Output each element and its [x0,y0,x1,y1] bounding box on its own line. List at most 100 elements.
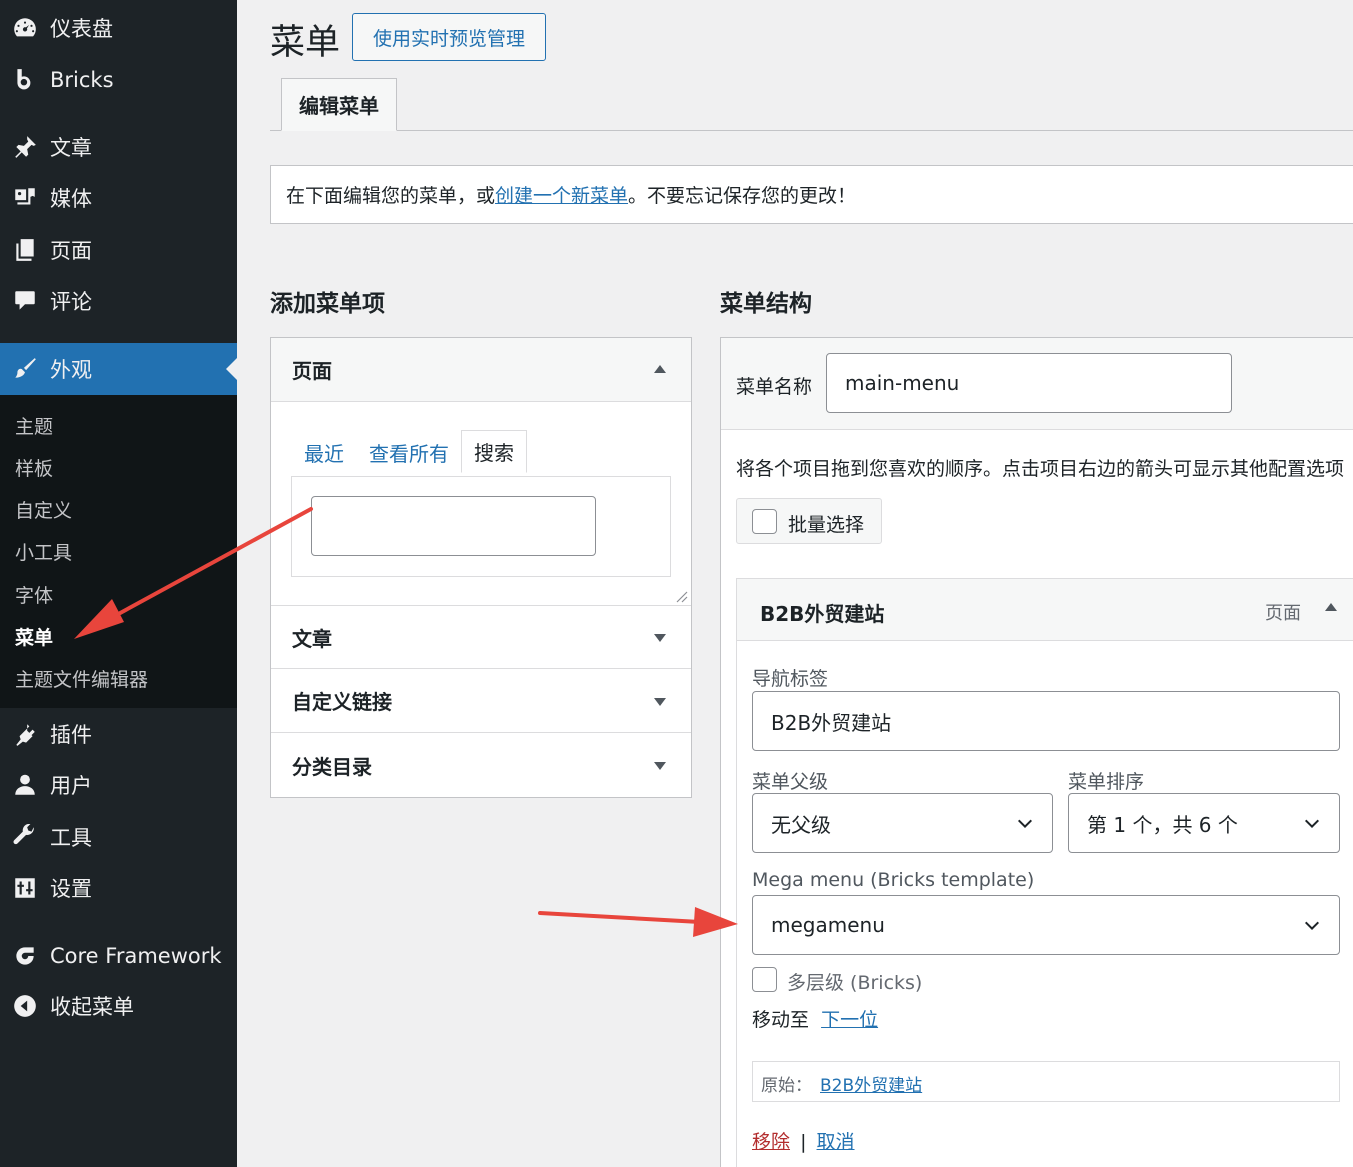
accordion-custom-links[interactable]: 自定义链接 [271,669,691,733]
remove-link[interactable]: 移除 [752,1131,790,1153]
menu-parent-label: 菜单父级 [752,771,829,793]
page-search-input[interactable] [311,496,596,556]
nav-label-input[interactable]: B2B外贸建站 [752,691,1340,751]
bulk-select-button[interactable]: 批量选择 [736,498,882,544]
sidebar-item-plugins[interactable]: 插件 [0,710,237,758]
move-to-label: 移动至 [752,1009,810,1031]
menu-structure-panel: 菜单名称 main-menu 将各个项目拖到您喜欢的顺序。点击项目右边的箭头可显… [720,337,1353,1167]
original-page-link[interactable]: B2B外贸建站 [820,1071,922,1096]
sidebar-item-label: 仪表盘 [50,17,113,41]
sidebar-collapse-menu[interactable]: 收起菜单 [0,982,237,1030]
accordion-pages[interactable]: 页面 [271,338,691,402]
appearance-submenu: 主题 样板 自定义 小工具 字体 菜单 主题文件编辑器 [0,395,237,708]
settings-icon [0,875,50,901]
tab-edit-menus[interactable]: 编辑菜单 [281,78,397,131]
mega-menu-label: Mega menu (Bricks template) [752,869,1035,891]
mega-menu-select[interactable]: megamenu [752,895,1340,955]
sidebar-item-pages[interactable]: 页面 [0,226,237,274]
move-to-row: 移动至 下一位 [752,1005,878,1032]
drag-instructions: 将各个项目拖到您喜欢的顺序。点击项目右边的箭头可显示其他配置选项 [736,458,1345,480]
submenu-item-widgets[interactable]: 小工具 [15,538,72,565]
sidebar-item-label: Core Framework [50,944,222,968]
accordion-posts[interactable]: 文章 [271,605,691,669]
submenu-item-patterns[interactable]: 样板 [15,454,53,481]
tab-search[interactable]: 搜索 [461,430,527,473]
live-preview-button[interactable]: 使用实时预览管理 [352,13,546,61]
multilevel-label: 多层级 (Bricks) [787,972,923,994]
sidebar-item-dashboard[interactable]: 仪表盘 [0,4,237,52]
chevron-down-icon [1304,819,1320,829]
user-icon [0,772,50,798]
tab-recent[interactable]: 最近 [304,438,344,467]
chevron-down-icon [1304,921,1320,931]
original-link-box: 原始： B2B外贸建站 [752,1061,1340,1102]
accordion-title: 自定义链接 [292,690,392,714]
page-title: 菜单 [270,23,341,63]
brush-icon [0,356,50,382]
bulk-select-label: 批量选择 [788,514,865,536]
tab-view-all[interactable]: 查看所有 [369,438,449,467]
mega-menu-value: megamenu [771,913,885,937]
menu-parent-value: 无父级 [771,812,831,837]
cancel-link[interactable]: 取消 [817,1131,855,1153]
dashboard-icon [0,15,50,41]
submenu-item-fonts[interactable]: 字体 [15,581,53,608]
sidebar-item-media[interactable]: 媒体 [0,174,237,222]
menu-order-value: 第 1 个，共 6 个 [1087,812,1238,837]
sidebar-item-posts[interactable]: 文章 [0,123,237,171]
menu-parent-select[interactable]: 无父级 [752,793,1053,853]
create-new-menu-link[interactable]: 创建一个新菜单 [495,181,628,208]
chevron-down-icon [1017,819,1033,829]
add-items-panel: 页面 最近 查看所有 搜索 文章 自定义链接 分类目录 [270,337,692,798]
menu-order-label: 菜单排序 [1068,771,1145,793]
collapse-arrow-icon[interactable] [1325,603,1337,611]
bricks-icon [0,67,50,93]
sidebar-item-label: 评论 [50,290,92,314]
move-down-link[interactable]: 下一位 [821,1009,878,1031]
sidebar-item-label: 工具 [50,826,92,850]
sidebar-item-core-framework[interactable]: Core Framework [0,932,237,980]
tab-divider [270,130,1353,131]
notice-suffix: 。不要忘记保存您的更改！ [628,185,857,207]
sidebar-item-appearance[interactable]: 外观 [0,343,237,395]
sidebar-item-label: 收起菜单 [50,995,134,1019]
item-actions: 移除 | 取消 [752,1127,855,1154]
sidebar-item-label: 插件 [50,723,92,747]
comment-icon [0,288,50,314]
resize-handle-icon[interactable] [676,591,688,603]
expand-arrow-icon [654,634,666,642]
notice-prefix: 在下面编辑您的菜单，或 [286,185,496,207]
collapse-arrow-icon [654,364,666,373]
menu-item-handle[interactable]: B2B外贸建站 页面 [737,579,1353,641]
expand-arrow-icon [654,697,666,706]
core-framework-icon [0,943,50,969]
action-separator: | [800,1131,807,1153]
multilevel-checkbox[interactable] [752,967,777,992]
menu-structure-title: 菜单结构 [720,291,812,317]
accordion-title: 分类目录 [292,754,372,779]
sidebar-item-users[interactable]: 用户 [0,761,237,809]
nav-label-label: 导航标签 [752,668,829,690]
menu-name-input[interactable]: main-menu [826,353,1232,413]
sidebar-item-label: 设置 [50,877,92,901]
sidebar-item-comments[interactable]: 评论 [0,277,237,325]
plugin-icon [0,721,50,747]
bulk-select-checkbox[interactable] [752,509,777,534]
submenu-item-customize[interactable]: 自定义 [15,496,72,523]
sidebar-item-label: 外观 [50,358,92,382]
sidebar-item-bricks[interactable]: Bricks [0,56,237,104]
menu-item-type: 页面 [1265,603,1301,624]
submenu-item-themes[interactable]: 主题 [15,412,53,439]
pin-icon [0,134,50,160]
accordion-title: 文章 [292,626,332,651]
accordion-categories[interactable]: 分类目录 [271,733,691,797]
menu-order-select[interactable]: 第 1 个，共 6 个 [1068,793,1340,853]
sidebar-item-tools[interactable]: 工具 [0,813,237,861]
menu-item-card: B2B外贸建站 页面 导航标签 B2B外贸建站 菜单父级 无父级 菜单排序 第 … [736,578,1353,1167]
submenu-item-theme-file-editor[interactable]: 主题文件编辑器 [15,665,148,692]
submenu-item-menus[interactable]: 菜单 [15,623,53,650]
menu-name-label: 菜单名称 [736,376,813,398]
notice-box: 在下面编辑您的菜单，或 创建一个新菜单 。不要忘记保存您的更改！ [270,165,1353,224]
sidebar-item-settings[interactable]: 设置 [0,864,237,912]
wrench-icon [0,824,50,850]
